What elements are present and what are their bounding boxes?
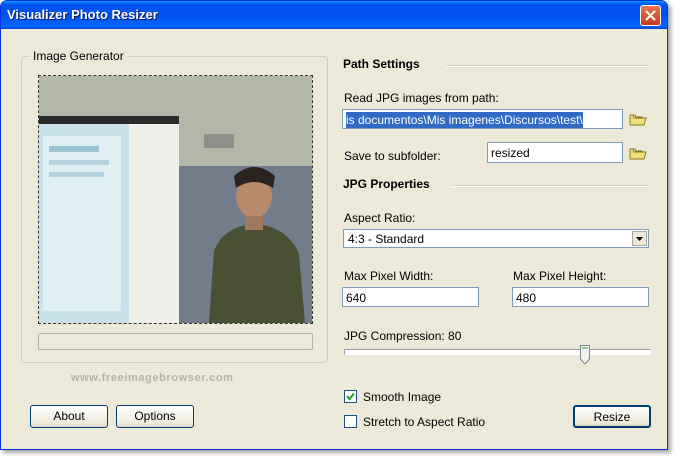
options-button[interactable]: Options [116,405,194,428]
checkmark-icon [346,392,355,401]
max-width-label: Max Pixel Width: [344,269,434,283]
aspect-ratio-value: 4:3 - Standard [348,232,425,246]
subfolder-input[interactable]: resized [487,142,623,163]
dropdown-button[interactable] [632,231,647,246]
aspect-ratio-select[interactable]: 4:3 - Standard [343,229,649,248]
stretch-aspect-label[interactable]: Stretch to Aspect Ratio [363,415,485,429]
subfolder-value: resized [491,146,530,160]
folder-icon[interactable] [629,112,647,127]
max-height-label: Max Pixel Height: [513,269,607,283]
smooth-image-checkbox[interactable] [344,390,357,403]
jpg-properties-divider [453,185,649,187]
read-path-label: Read JPG images from path: [344,91,499,105]
max-width-input[interactable]: 640 [342,287,479,307]
image-preview [38,75,313,324]
jpg-properties-heading: JPG Properties [343,177,430,191]
compression-label: JPG Compression: 80 [344,329,462,343]
title-bar[interactable]: Visualizer Photo Resizer [1,1,667,29]
window-title: Visualizer Photo Resizer [7,7,158,22]
resize-button[interactable]: Resize [573,405,651,428]
max-height-value: 480 [516,291,537,305]
close-button[interactable] [640,5,661,26]
progress-bar [38,333,313,350]
website-watermark: www.freeimagebrowser.com [71,372,234,384]
stretch-aspect-checkbox[interactable] [344,415,357,428]
smooth-image-label[interactable]: Smooth Image [363,390,441,404]
max-height-input[interactable]: 480 [512,287,649,307]
image-generator-title: Image Generator [30,49,127,63]
subfolder-label: Save to subfolder: [344,149,441,163]
read-path-value: is documentos\Mis imagenes\Discursos\tes… [346,112,583,128]
path-settings-divider [446,65,649,67]
chevron-down-icon [636,237,643,241]
about-button[interactable]: About [30,405,108,428]
compression-slider-track[interactable] [344,349,651,355]
close-icon [645,10,656,21]
path-settings-heading: Path Settings [343,57,420,71]
max-width-value: 640 [346,291,367,305]
aspect-ratio-label: Aspect Ratio: [344,211,416,225]
app-window: Visualizer Photo Resizer Image Generator [0,0,668,450]
folder-icon[interactable] [629,146,647,161]
preview-photo [39,76,312,323]
read-path-input[interactable]: is documentos\Mis imagenes\Discursos\tes… [342,109,623,129]
compression-slider-thumb[interactable] [580,345,590,365]
